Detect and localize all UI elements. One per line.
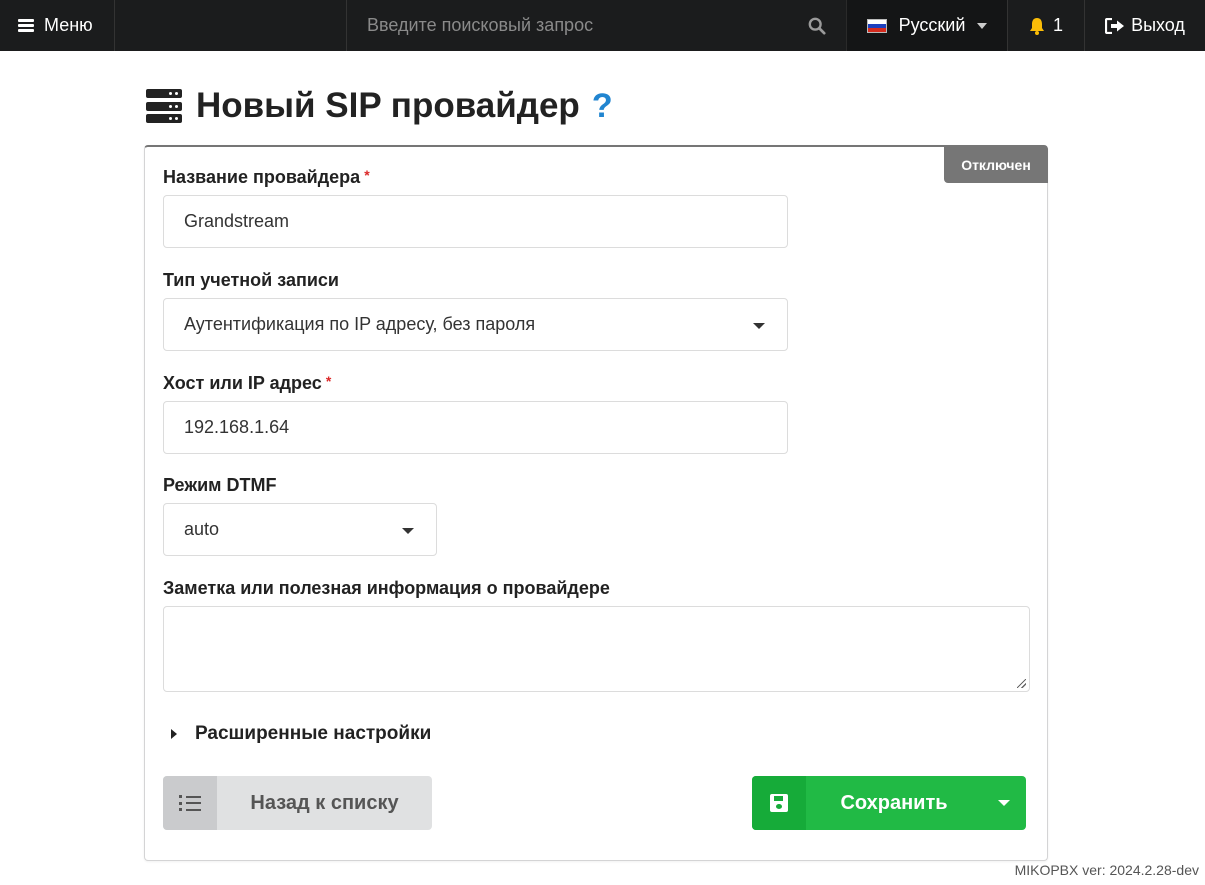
dropdown-icon (402, 528, 414, 534)
provider-form: Отключен Название провайдера * Grandstrea… (144, 145, 1048, 861)
page-title: Новый SIP провайдер (196, 86, 580, 125)
dropdown-icon (753, 323, 765, 329)
language-label: Русский (898, 15, 966, 35)
host-input[interactable]: 192.168.1.64 (163, 401, 788, 454)
required-mark: * (364, 167, 370, 183)
status-badge: Отключен (944, 146, 1048, 183)
resize-handle-icon[interactable] (1017, 679, 1026, 688)
list-icon (163, 776, 217, 830)
top-navigation-bar: Меню Русский 1 Выход (0, 0, 1205, 51)
host-label: Хост или IP адрес * (163, 373, 331, 394)
back-to-list-button[interactable]: Назад к списку (163, 776, 432, 830)
back-to-list-label: Назад к списку (250, 791, 399, 814)
floppy-disk-icon (752, 776, 806, 830)
required-mark: * (325, 373, 332, 389)
provider-name-label-text: Название провайдера (163, 167, 361, 187)
account-type-value: Аутентификация по IP адресу, без пароля (184, 314, 536, 334)
page-header: Новый SIP провайдер ? (146, 86, 613, 126)
version-footer: MIKOPBX ver: 2024.2.28-dev (1014, 862, 1199, 878)
note-textarea[interactable] (163, 606, 1030, 692)
provider-name-input[interactable]: Grandstream (163, 195, 788, 248)
save-button[interactable]: Сохранить (752, 776, 1026, 830)
search-icon[interactable] (808, 17, 826, 35)
logout-button[interactable]: Выход (1085, 0, 1205, 51)
notifications-count: 1 (1052, 15, 1063, 35)
host-label-text: Хост или IP адрес (163, 373, 322, 393)
question-icon[interactable]: ? (592, 87, 613, 126)
note-label: Заметка или полезная информация о провай… (163, 578, 610, 598)
logout-label: Выход (1131, 15, 1185, 35)
language-selector[interactable]: Русский (847, 0, 1008, 51)
menu-button[interactable]: Меню (0, 0, 115, 51)
chevron-down-icon (977, 22, 988, 29)
provider-name-label: Название провайдера * (163, 167, 370, 188)
chevron-down-icon (998, 800, 1010, 806)
host-value: 192.168.1.64 (184, 417, 290, 437)
search-box (347, 0, 847, 51)
dtmf-label: Режим DTMF (163, 475, 277, 495)
russia-flag-icon (866, 18, 887, 33)
dtmf-dropdown[interactable]: auto (163, 503, 437, 556)
save-options-dropdown[interactable] (982, 776, 1026, 830)
menu-label: Меню (44, 15, 93, 35)
account-type-label: Тип учетной записи (163, 270, 339, 290)
sign-out-icon (1105, 17, 1125, 34)
save-label: Сохранить (840, 791, 948, 814)
hamburger-icon (18, 19, 34, 32)
search-input[interactable] (347, 0, 846, 51)
notifications-button[interactable]: 1 (1008, 0, 1085, 51)
dtmf-value: auto (184, 519, 220, 539)
account-type-dropdown[interactable]: Аутентификация по IP адресу, без пароля (163, 298, 788, 351)
advanced-settings-label: Расширенные настройки (195, 723, 432, 744)
server-icon (146, 89, 182, 123)
bell-icon (1029, 17, 1044, 35)
topbar-spacer (115, 0, 347, 51)
caret-right-icon (171, 729, 177, 739)
provider-name-value: Grandstream (184, 211, 290, 231)
advanced-settings-toggle[interactable]: Расширенные настройки (171, 723, 431, 745)
